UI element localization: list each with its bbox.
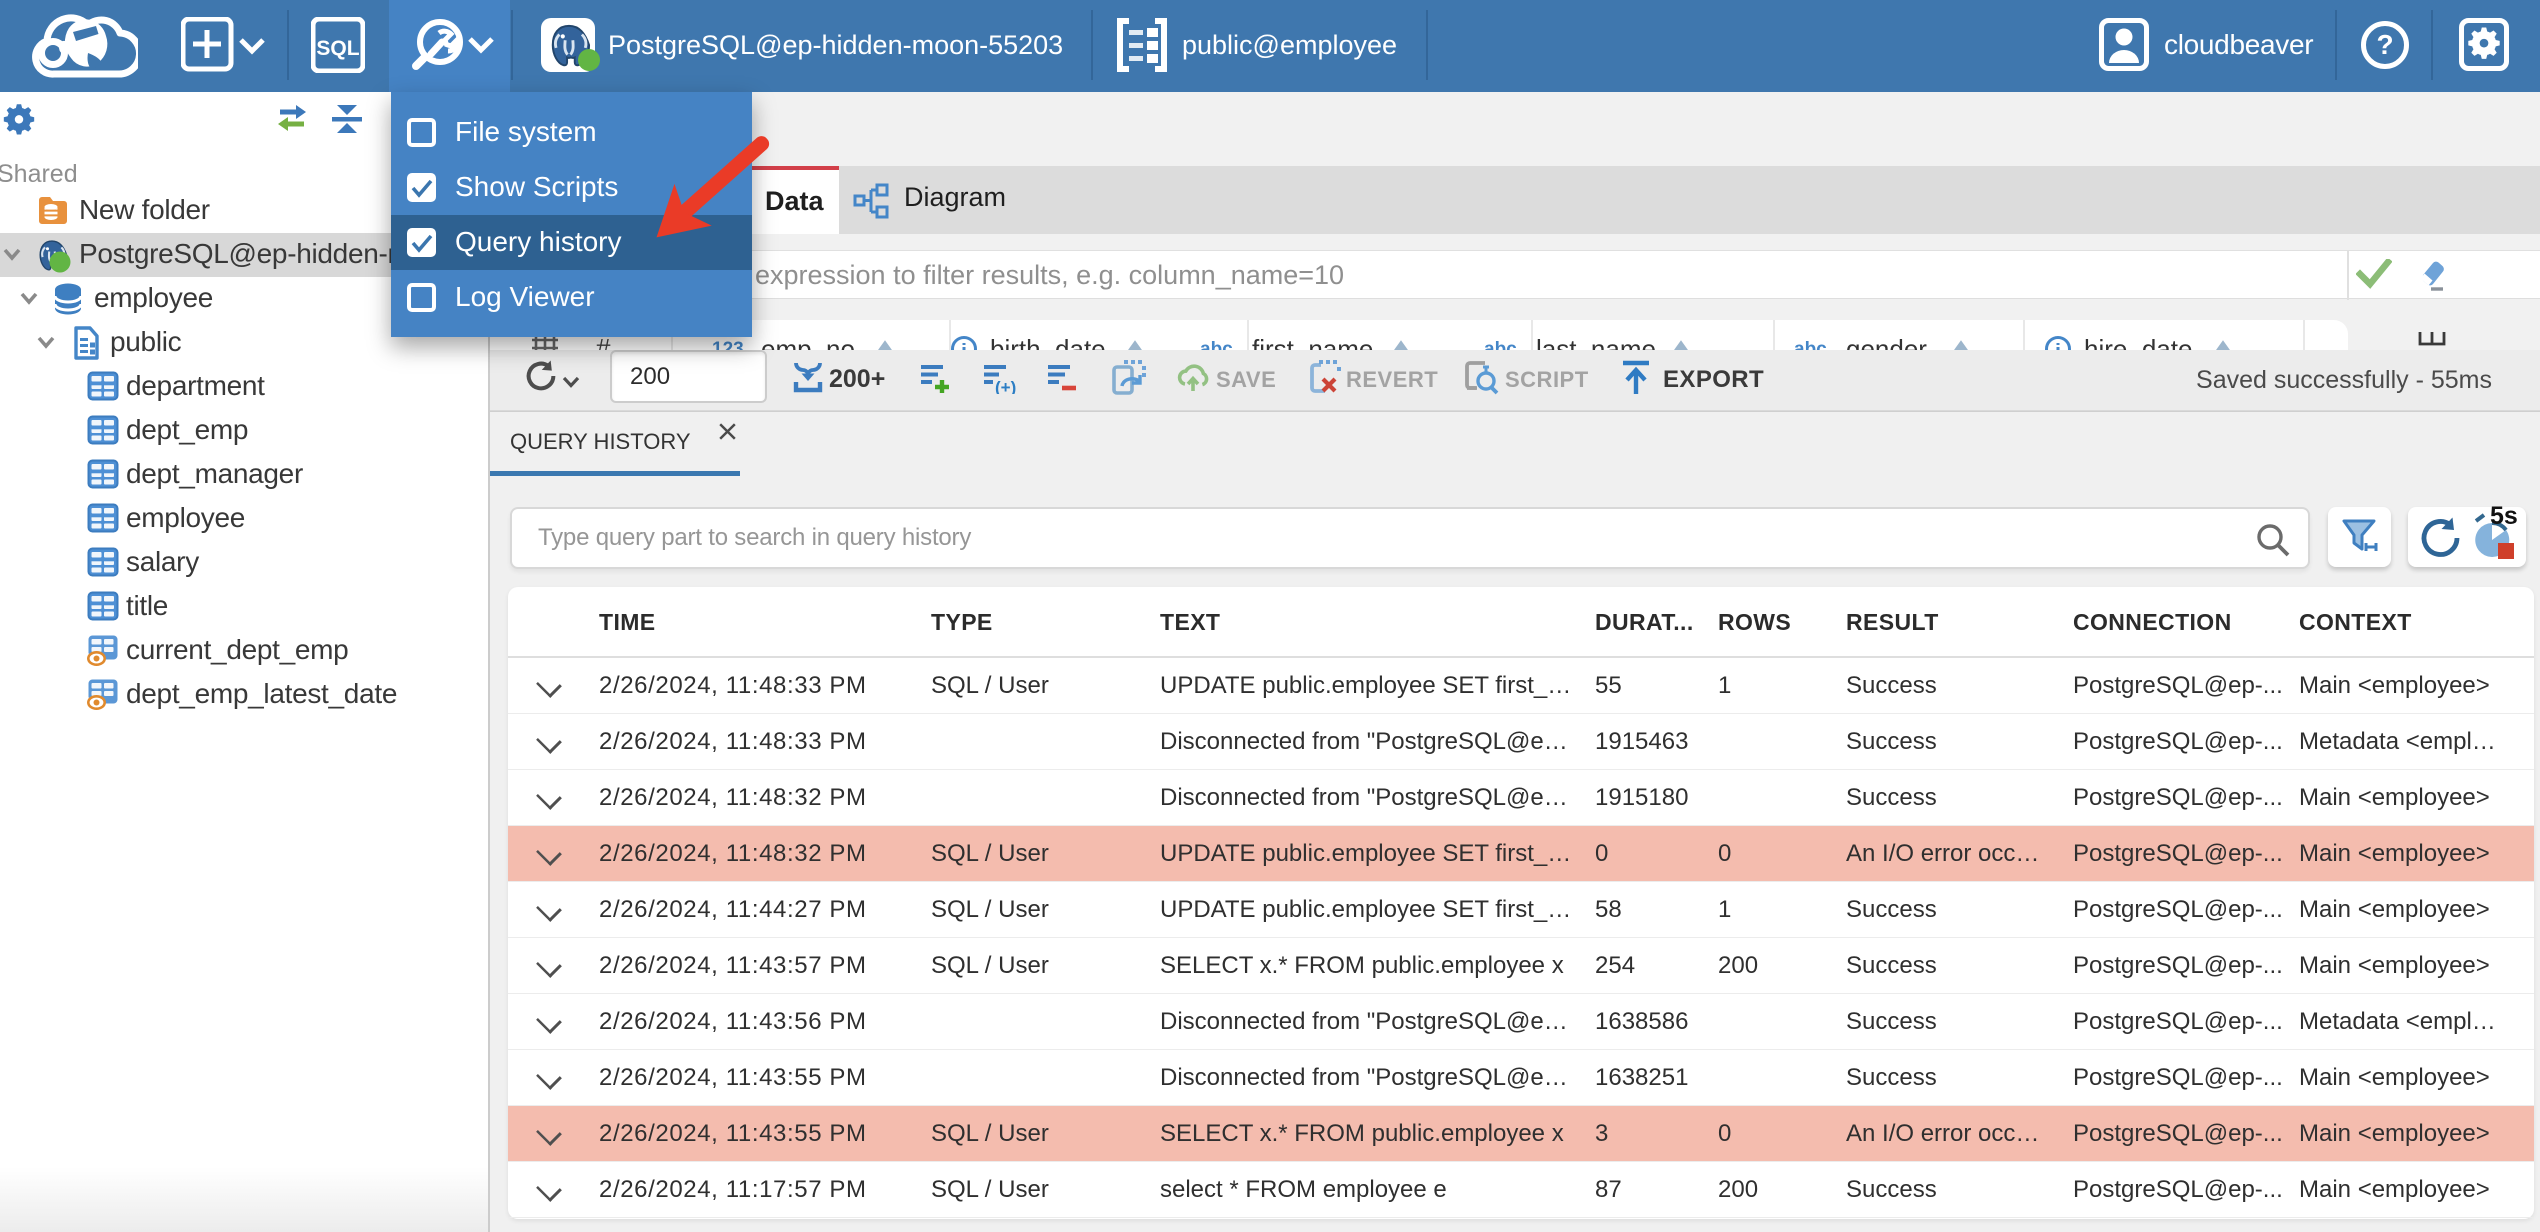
svg-text:(+): (+) (995, 378, 1016, 394)
svg-text:SQL: SQL (316, 37, 359, 60)
svg-text:?: ? (2376, 29, 2393, 60)
